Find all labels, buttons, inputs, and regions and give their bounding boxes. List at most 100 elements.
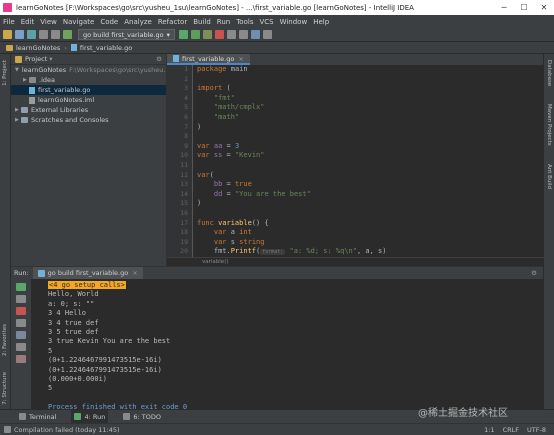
file-encoding[interactable]: UTF-8 xyxy=(527,426,546,434)
menu-refactor[interactable]: Refactor xyxy=(158,18,187,26)
close-tab-icon[interactable]: × xyxy=(132,269,137,277)
menu-code[interactable]: Code xyxy=(100,18,118,26)
settings-icon[interactable] xyxy=(238,30,248,39)
code-token: var xyxy=(197,228,227,237)
build-icon[interactable] xyxy=(63,30,72,39)
line-number: 9 xyxy=(184,141,188,150)
forward-icon[interactable] xyxy=(51,30,60,39)
close-tab-icon[interactable]: × xyxy=(238,55,243,63)
print-icon[interactable] xyxy=(16,343,26,351)
search-icon[interactable] xyxy=(262,30,272,39)
menu-build[interactable]: Build xyxy=(193,18,211,26)
console-output[interactable]: <4 go setup calls> Hello, World a: 0; s:… xyxy=(48,281,538,411)
tree-item-scratches[interactable]: ▶ Scratches and Consoles xyxy=(11,115,166,125)
nav-crumb-file[interactable]: first_variable.go xyxy=(80,44,132,52)
tree-item-idea[interactable]: ▶ .idea xyxy=(11,75,166,85)
tab-label: Terminal xyxy=(29,412,57,421)
vcs-icon[interactable] xyxy=(250,30,260,39)
back-icon[interactable] xyxy=(39,30,48,39)
code-line: var s string xyxy=(197,238,542,248)
soft-wrap-icon[interactable] xyxy=(16,331,26,339)
line-number: 5 xyxy=(184,103,188,112)
menu-file[interactable]: File xyxy=(3,18,15,26)
code-token: "Kevin" xyxy=(234,151,265,160)
close-icon[interactable]: ✕ xyxy=(534,3,554,12)
tree-item-label: learnGoNotes.iml xyxy=(38,96,95,104)
line-number-gutter: 1 2 3 4 5 6 7 8 9 10 11 12 13 14 15 16 1… xyxy=(167,65,193,265)
chevron-down-icon[interactable]: ▾ xyxy=(49,55,52,63)
tab-terminal[interactable]: Terminal xyxy=(16,410,59,424)
code-token: var xyxy=(197,170,210,179)
menu-vcs[interactable]: VCS xyxy=(259,18,273,26)
console-line: 3 5 true def xyxy=(48,327,99,336)
console-line: a: 0; s: "" xyxy=(48,299,95,308)
scroll-down-icon[interactable] xyxy=(16,319,26,327)
code-area[interactable]: package main import ( "fmt" "math/cmplx"… xyxy=(197,65,542,265)
tree-item-external-libraries[interactable]: ▶ External Libraries xyxy=(11,105,166,115)
tree-item-root[interactable]: ▼ learnGoNotes F:\Workspaces\go\src\yush… xyxy=(11,65,166,75)
tool-tab-ant[interactable]: Ant Build xyxy=(546,164,552,189)
open-folder-icon[interactable] xyxy=(3,30,12,39)
stop-icon[interactable] xyxy=(214,30,224,39)
menu-navigate[interactable]: Navigate xyxy=(63,18,94,26)
tool-tab-favorites[interactable]: 2: Favorites xyxy=(2,324,8,356)
menu-window[interactable]: Window xyxy=(280,18,308,26)
line-number: 14 xyxy=(180,189,188,198)
tool-tab-project[interactable]: 1: Project xyxy=(2,60,8,86)
tool-tab-maven[interactable]: Maven Projects xyxy=(546,104,552,146)
pin-icon[interactable] xyxy=(16,355,26,363)
module-file-icon xyxy=(29,96,35,104)
cursor-position[interactable]: 1:1 xyxy=(484,426,494,434)
sync-icon[interactable] xyxy=(27,30,36,39)
status-icon[interactable] xyxy=(4,426,11,433)
code-token: variable xyxy=(213,218,252,227)
menu-help[interactable]: Help xyxy=(313,18,329,26)
gear-icon[interactable]: ⚙ xyxy=(156,55,162,63)
menu-analyze[interactable]: Analyze xyxy=(124,18,152,26)
status-bar: Compilation failed (today 11:45) 1:1 CRL… xyxy=(0,423,554,435)
tab-run[interactable]: 4: Run xyxy=(71,409,109,424)
editor-breadcrumb[interactable]: variable() xyxy=(167,257,544,266)
rerun-icon[interactable] xyxy=(16,283,26,291)
tool-tab-structure[interactable]: 7: Structure xyxy=(2,372,8,405)
code-line: "fmt" xyxy=(197,93,235,102)
watermark: @稀土掘金技术社区 xyxy=(418,408,508,419)
debug-icon[interactable] xyxy=(190,30,200,39)
maximize-icon[interactable]: ☐ xyxy=(514,3,534,12)
editor-tab-first-variable[interactable]: first_variable.go × xyxy=(167,54,250,65)
coverage-icon[interactable] xyxy=(202,30,212,39)
console-line: 3 4 Hello xyxy=(48,309,86,318)
code-line: fmt.Printf(format: "a: %d; s: %q\n", a, … xyxy=(197,247,542,257)
run-icon[interactable] xyxy=(178,30,188,39)
save-icon[interactable] xyxy=(15,30,24,39)
menu-tools[interactable]: Tools xyxy=(236,18,253,26)
menu-edit[interactable]: Edit xyxy=(21,18,35,26)
line-number: 1 xyxy=(184,65,188,73)
code-line: var aa = 3 xyxy=(197,142,542,152)
tab-todo[interactable]: 6: TODO xyxy=(120,410,164,424)
tree-item-first-variable[interactable]: first_variable.go xyxy=(11,85,166,95)
project-panel: Project ▾ ⚙ ▼ learnGoNotes F:\Workspaces… xyxy=(11,54,166,266)
run-tab[interactable]: go build first_variable.go × xyxy=(32,267,143,279)
code-line: ) xyxy=(197,199,202,208)
run-config-select[interactable]: go build first_variable.go ▾ xyxy=(78,29,175,40)
project-structure-icon[interactable] xyxy=(226,30,236,39)
scroll-up-icon[interactable] xyxy=(16,295,26,303)
line-separator[interactable]: CRLF xyxy=(503,426,519,434)
menu-run[interactable]: Run xyxy=(217,18,230,26)
code-line: import ( xyxy=(197,84,542,94)
tool-tab-database[interactable]: Database xyxy=(546,60,552,86)
setup-calls-fold[interactable]: <4 go setup calls> xyxy=(48,281,126,289)
gear-icon[interactable]: ⚙ xyxy=(531,269,537,277)
stop-icon[interactable] xyxy=(16,307,26,315)
project-header-label[interactable]: Project xyxy=(25,55,47,63)
nav-crumb-project[interactable]: learnGoNotes xyxy=(16,44,60,52)
minimize-icon[interactable]: ─ xyxy=(494,3,514,12)
tree-item-label: first_variable.go xyxy=(38,86,91,94)
tree-item-iml[interactable]: learnGoNotes.iml xyxy=(11,95,166,105)
run-tab-label: go build first_variable.go xyxy=(47,269,129,277)
chevron-down-icon[interactable]: ▼ xyxy=(15,67,19,73)
menu-view[interactable]: View xyxy=(40,18,57,26)
